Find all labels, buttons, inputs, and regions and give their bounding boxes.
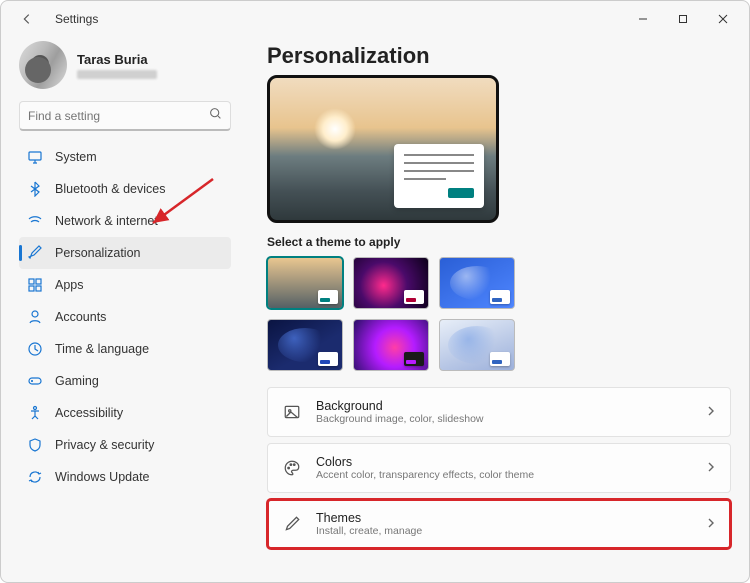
theme-option-5[interactable]: [353, 319, 429, 371]
user-name: Taras Buria: [77, 52, 157, 67]
card-subtitle: Accent color, transparency effects, colo…: [316, 469, 534, 481]
sidebar-item-gaming[interactable]: Gaming: [19, 365, 231, 397]
sidebar: Taras Buria System Bluetooth & devices: [1, 37, 241, 582]
sidebar-item-label: Accessibility: [55, 406, 123, 420]
nav-list: System Bluetooth & devices Network & int…: [19, 141, 231, 493]
gamepad-icon: [27, 373, 43, 389]
sidebar-item-label: Gaming: [55, 374, 99, 388]
sidebar-item-label: Accounts: [55, 310, 106, 324]
sidebar-item-label: Time & language: [55, 342, 149, 356]
shield-icon: [27, 437, 43, 453]
card-title: Background: [316, 399, 484, 413]
sidebar-item-label: Windows Update: [55, 470, 150, 484]
page-title: Personalization: [267, 43, 731, 69]
card-subtitle: Background image, color, slideshow: [316, 413, 484, 425]
paintbrush-icon: [27, 245, 43, 261]
maximize-button[interactable]: [663, 5, 703, 33]
sidebar-item-personalization[interactable]: Personalization: [19, 237, 231, 269]
titlebar: Settings: [1, 1, 749, 37]
monitor-icon: [27, 149, 43, 165]
sidebar-item-privacy[interactable]: Privacy & security: [19, 429, 231, 461]
card-subtitle: Install, create, manage: [316, 525, 422, 537]
sidebar-item-label: Network & internet: [55, 214, 158, 228]
search-input[interactable]: [28, 109, 209, 123]
desktop-preview: [267, 75, 499, 223]
card-title: Colors: [316, 455, 534, 469]
bluetooth-icon: [27, 181, 43, 197]
card-themes[interactable]: Themes Install, create, manage: [267, 499, 731, 549]
sidebar-item-network[interactable]: Network & internet: [19, 205, 231, 237]
card-background[interactable]: Background Background image, color, slid…: [267, 387, 731, 437]
card-colors[interactable]: Colors Accent color, transparency effect…: [267, 443, 731, 493]
sidebar-item-windows-update[interactable]: Windows Update: [19, 461, 231, 493]
user-tile[interactable]: Taras Buria: [19, 41, 231, 89]
pencil-icon: [282, 515, 302, 533]
theme-section-label: Select a theme to apply: [267, 235, 731, 249]
theme-option-1[interactable]: [267, 257, 343, 309]
wifi-icon: [27, 213, 43, 229]
update-icon: [27, 469, 43, 485]
settings-window: Settings Taras Buria: [0, 0, 750, 583]
theme-option-4[interactable]: [267, 319, 343, 371]
accessibility-icon: [27, 405, 43, 421]
mini-window-preview: [394, 144, 484, 208]
back-button[interactable]: [15, 7, 39, 31]
chevron-right-icon: [706, 459, 716, 477]
minimize-button[interactable]: [623, 5, 663, 33]
clock-globe-icon: [27, 341, 43, 357]
search-box[interactable]: [19, 101, 231, 131]
sidebar-item-accounts[interactable]: Accounts: [19, 301, 231, 333]
sidebar-item-label: Bluetooth & devices: [55, 182, 166, 196]
sidebar-item-label: Privacy & security: [55, 438, 154, 452]
user-email-blurred: [77, 70, 157, 79]
search-icon: [209, 107, 222, 125]
sidebar-item-accessibility[interactable]: Accessibility: [19, 397, 231, 429]
picture-icon: [282, 403, 302, 421]
sidebar-item-label: Personalization: [55, 246, 140, 260]
main-content: Personalization Select a theme to apply: [241, 37, 749, 582]
sidebar-item-time-language[interactable]: Time & language: [19, 333, 231, 365]
window-title: Settings: [55, 12, 623, 26]
sidebar-item-system[interactable]: System: [19, 141, 231, 173]
card-title: Themes: [316, 511, 422, 525]
chevron-right-icon: [706, 403, 716, 421]
sidebar-item-apps[interactable]: Apps: [19, 269, 231, 301]
avatar: [19, 41, 67, 89]
apps-icon: [27, 277, 43, 293]
chevron-right-icon: [706, 515, 716, 533]
theme-option-2[interactable]: [353, 257, 429, 309]
person-icon: [27, 309, 43, 325]
close-button[interactable]: [703, 5, 743, 33]
sidebar-item-label: Apps: [55, 278, 84, 292]
themes-grid: [267, 257, 731, 371]
theme-option-3[interactable]: [439, 257, 515, 309]
palette-icon: [282, 459, 302, 477]
sidebar-item-bluetooth[interactable]: Bluetooth & devices: [19, 173, 231, 205]
sidebar-item-label: System: [55, 150, 97, 164]
window-controls: [623, 5, 743, 33]
theme-option-6[interactable]: [439, 319, 515, 371]
